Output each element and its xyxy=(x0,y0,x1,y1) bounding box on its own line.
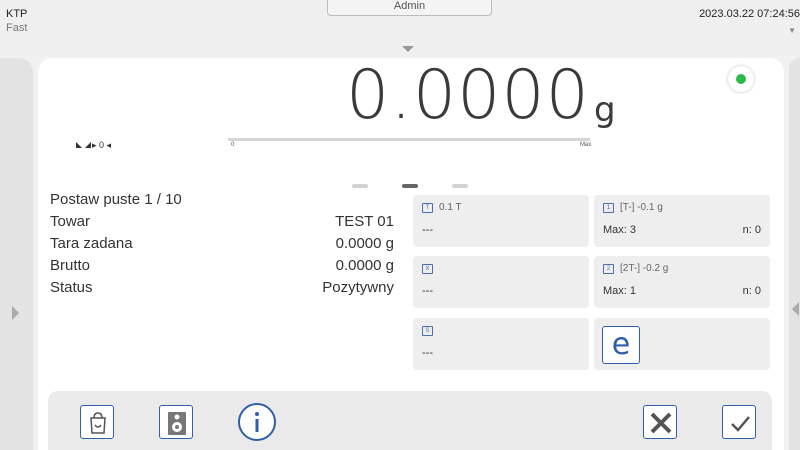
info-row: Postaw puste 1 / 10 xyxy=(50,189,394,211)
bargraph-min-label: 0 xyxy=(231,142,235,148)
info-row: Brutto 0.0000 g xyxy=(50,255,394,277)
info-label: Towar xyxy=(50,213,91,230)
left-side-tab[interactable] xyxy=(0,58,33,450)
tile-title: 0.1 T xyxy=(439,202,462,213)
info-button[interactable] xyxy=(238,403,276,441)
info-icon xyxy=(255,412,259,432)
info-row: Towar TEST 01 xyxy=(50,211,394,233)
tile-max: Max: 3 xyxy=(603,224,637,236)
info-label: Postaw puste 1 / 10 xyxy=(50,191,182,208)
speed-label: Fast xyxy=(6,22,28,34)
weighing-indicators: ▸ 0 ◂ xyxy=(76,140,111,151)
arrow-right-icon xyxy=(12,306,19,320)
bag-button[interactable] xyxy=(80,405,114,439)
page-dot-3[interactable] xyxy=(452,184,468,188)
confirm-icon xyxy=(731,416,750,432)
weight-settings-button[interactable] xyxy=(159,405,193,439)
tile-value: --- xyxy=(422,347,433,359)
threshold-icon: 1 xyxy=(603,203,614,213)
tile-title: [2T-] -0.2 g xyxy=(620,263,669,274)
tile-value: --- xyxy=(422,285,433,297)
threshold-t-minus-tile[interactable]: 1 [T-] -0.1 g Max: 3 n: 0 xyxy=(594,195,770,247)
info-label: Brutto xyxy=(50,257,91,274)
tare-tile[interactable]: T 0.1 T --- xyxy=(413,195,589,247)
mode-label: KTP xyxy=(6,8,28,20)
weight-settings-icon xyxy=(168,412,186,435)
tile-title: [T-] -0.1 g xyxy=(620,202,663,213)
info-label: Tara zadana xyxy=(50,235,133,252)
page-dot-1[interactable] xyxy=(352,184,368,188)
confirm-button[interactable] xyxy=(722,405,756,439)
info-row: Tara zadana 0.0000 g xyxy=(50,233,394,255)
page-dot-2[interactable] xyxy=(402,184,418,188)
load-bargraph xyxy=(228,138,590,141)
tare-icon: T xyxy=(422,203,433,213)
stable-icon xyxy=(76,142,82,148)
status-bar: KTP Fast Admin 2023.03.22 07:24:56 ▼ xyxy=(0,0,800,56)
tile-count: n: 0 xyxy=(742,224,761,236)
stddev-tile[interactable]: S --- xyxy=(413,318,589,370)
threshold-2t-minus-tile[interactable]: 2 [2T-] -0.2 g Max: 1 n: 0 xyxy=(594,256,770,308)
e-icon[interactable]: e xyxy=(602,326,640,364)
bargraph-max-label: Max xyxy=(580,142,592,148)
cancel-button[interactable] xyxy=(643,405,677,439)
range-icon xyxy=(85,142,91,148)
mean-tile[interactable]: X --- xyxy=(413,256,589,308)
wifi-icon: ▼ xyxy=(788,26,796,35)
info-row: Status Pozytywny xyxy=(50,277,394,299)
tile-count: n: 0 xyxy=(742,285,761,297)
weight-readout: 0.0000 xyxy=(346,56,590,135)
x-mean-icon: X xyxy=(422,264,433,274)
bag-icon xyxy=(90,412,106,434)
user-tab[interactable]: Admin xyxy=(327,0,492,16)
weight-unit[interactable]: g xyxy=(594,90,616,130)
s-icon: S xyxy=(422,326,433,336)
info-value: TEST 01 xyxy=(335,213,394,230)
info-label: Status xyxy=(50,279,93,296)
info-value: Pozytywny xyxy=(322,279,394,296)
datetime: 2023.03.22 07:24:56 xyxy=(699,8,800,20)
stability-indicator-icon xyxy=(728,66,754,92)
e-tile: e xyxy=(594,318,770,370)
zero-indicator: ▸ 0 ◂ xyxy=(92,140,112,150)
arrow-left-icon xyxy=(792,302,799,316)
info-value: 0.0000 g xyxy=(335,235,394,252)
tile-max: Max: 1 xyxy=(603,285,637,297)
pull-down-arrow-icon[interactable] xyxy=(402,46,414,52)
info-list: Postaw puste 1 / 10 Towar TEST 01 Tara za… xyxy=(50,189,394,299)
tile-value: --- xyxy=(422,224,433,236)
info-value: 0.0000 g xyxy=(335,257,394,274)
right-side-tab[interactable] xyxy=(789,58,800,450)
threshold-2-icon: 2 xyxy=(603,264,614,274)
cancel-icon xyxy=(650,412,672,434)
